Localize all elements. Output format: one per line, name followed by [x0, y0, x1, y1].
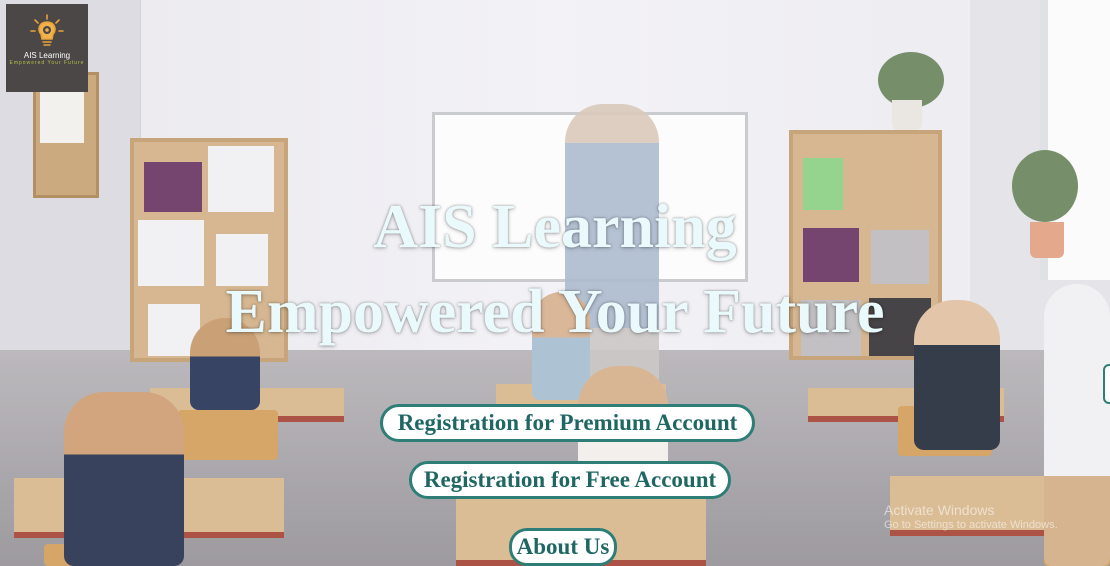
windows-activation-watermark: Activate Windows Go to Settings to activ… — [884, 502, 1058, 532]
about-us-button[interactable]: About Us — [509, 528, 617, 566]
hero-title-line-1: AIS Learning — [373, 193, 737, 261]
watermark-title: Activate Windows — [884, 502, 995, 518]
site-logo[interactable]: AIS Learning Empowered Your Future — [6, 4, 88, 92]
side-edge-button[interactable] — [1103, 364, 1110, 404]
logo-name: AIS Learning — [23, 51, 71, 60]
lightbulb-gear-icon — [30, 14, 64, 48]
logo-tagline: Empowered Your Future — [9, 60, 85, 66]
free-registration-button[interactable]: Registration for Free Account — [409, 461, 731, 499]
landing-page: AIS Learning Empowered Your Future AIS L… — [0, 0, 1110, 566]
hero-title-line-2: Empowered Your Future — [225, 278, 885, 346]
premium-registration-button[interactable]: Registration for Premium Account — [380, 404, 755, 442]
watermark-subtitle: Go to Settings to activate Windows. — [884, 519, 1058, 531]
